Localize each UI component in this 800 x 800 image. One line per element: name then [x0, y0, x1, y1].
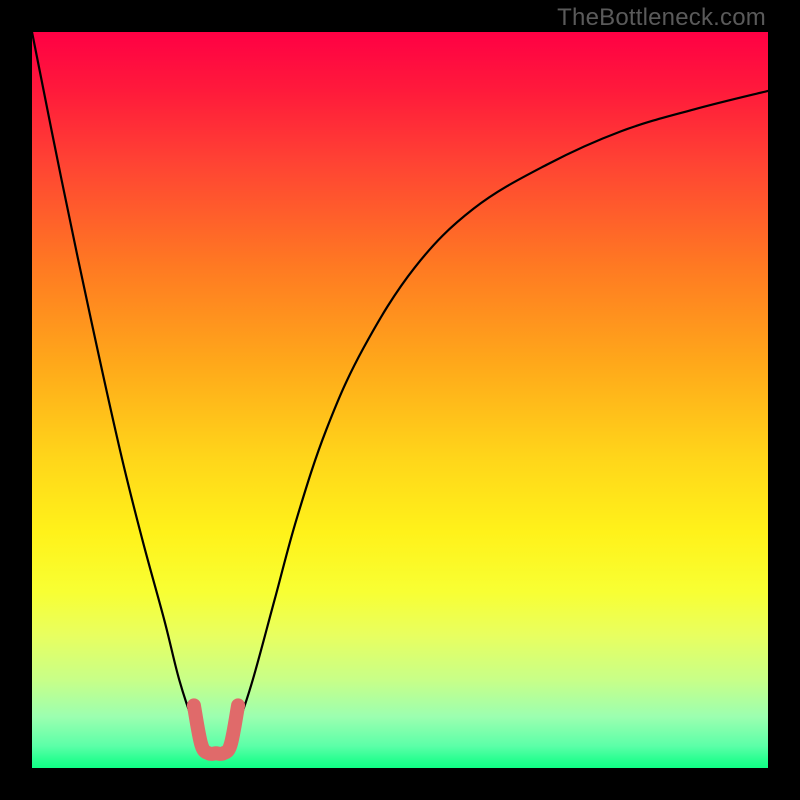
watermark-link[interactable]: TheBottleneck.com	[557, 4, 766, 32]
bottleneck-marker	[194, 705, 238, 754]
curve-main	[32, 32, 768, 753]
curve-svg	[32, 32, 768, 768]
chart-frame: TheBottleneck.com	[0, 0, 800, 800]
